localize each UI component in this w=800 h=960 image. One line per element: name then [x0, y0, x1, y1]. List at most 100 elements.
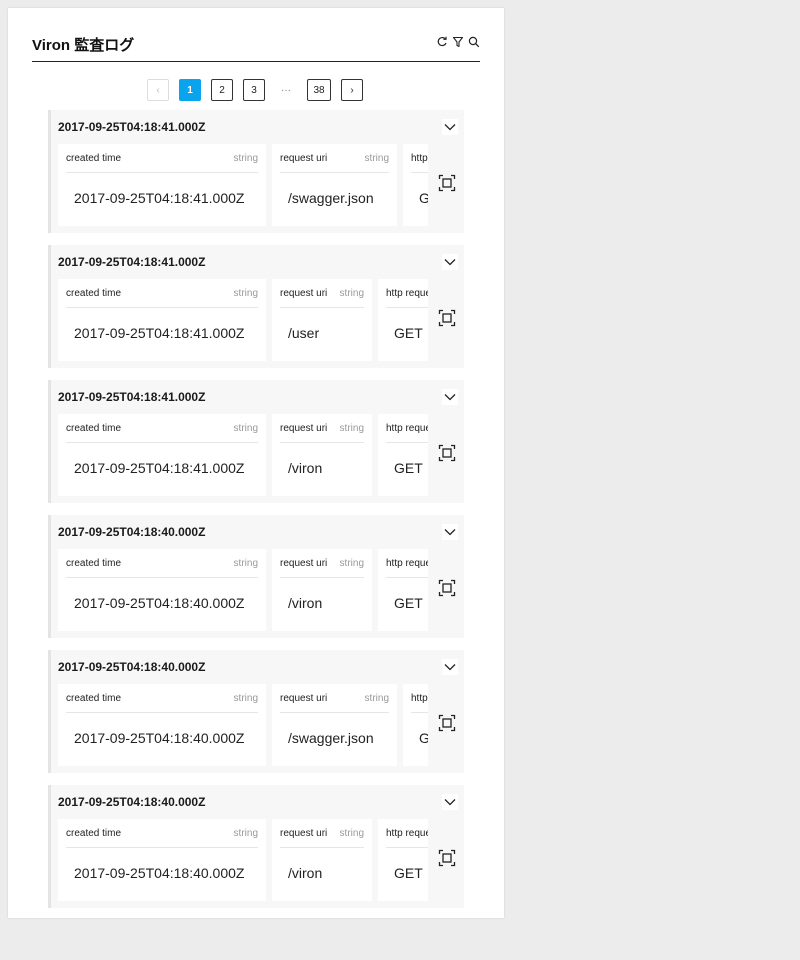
panel-header: Viron 監査ログ: [32, 30, 480, 62]
field-label: http request method: [386, 828, 428, 839]
pagination-ellipsis: ···: [275, 79, 297, 101]
expand-icon[interactable]: [438, 579, 456, 597]
refresh-icon[interactable]: [436, 36, 448, 48]
record-title: 2017-09-25T04:18:40.000Z: [58, 525, 206, 539]
field-type: string: [339, 558, 364, 569]
record-fields: created time string 2017-09-25T04:18:41.0…: [58, 144, 428, 226]
field-label: http request method: [411, 153, 428, 164]
field-request-uri: request uri string /swagger.json: [272, 684, 397, 766]
field-value: 2017-09-25T04:18:40.000Z: [74, 865, 245, 881]
record-title: 2017-09-25T04:18:41.000Z: [58, 120, 206, 134]
expand-icon[interactable]: [438, 174, 456, 192]
record-list: 2017-09-25T04:18:41.000Z created time str…: [48, 110, 464, 918]
field-value: GET: [394, 865, 423, 881]
field-label: request uri: [280, 828, 328, 839]
field-label: request uri: [280, 153, 328, 164]
record-card: 2017-09-25T04:18:40.000Z created time str…: [48, 515, 464, 638]
filter-icon[interactable]: [452, 36, 464, 48]
field-type: string: [233, 288, 258, 299]
field-label: request uri: [280, 558, 328, 569]
page-button-1[interactable]: 1: [179, 79, 201, 101]
expand-icon[interactable]: [438, 849, 456, 867]
record-fields: created time string 2017-09-25T04:18:40.0…: [58, 819, 428, 901]
field-value: 2017-09-25T04:18:40.000Z: [74, 595, 245, 611]
field-value: /viron: [288, 865, 323, 881]
field-value: 2017-09-25T04:18:41.000Z: [74, 190, 245, 206]
chevron-down-icon[interactable]: [442, 524, 458, 540]
expand-icon[interactable]: [438, 309, 456, 327]
field-value: GET: [394, 325, 423, 341]
expand-icon[interactable]: [438, 714, 456, 732]
record-fields: created time string 2017-09-25T04:18:41.0…: [58, 414, 428, 496]
field-label: created time: [66, 828, 122, 839]
field-value: 2017-09-25T04:18:40.000Z: [74, 730, 245, 746]
field-created-time: created time string 2017-09-25T04:18:41.0…: [58, 144, 266, 226]
chevron-down-icon[interactable]: [442, 254, 458, 270]
field-created-time: created time string 2017-09-25T04:18:40.0…: [58, 549, 266, 631]
field-request-uri: request uri string /swagger.json: [272, 144, 397, 226]
page-button-2[interactable]: 2: [211, 79, 233, 101]
field-request-uri: request uri string /viron: [272, 549, 372, 631]
field-request-uri: request uri string /viron: [272, 819, 372, 901]
record-title: 2017-09-25T04:18:41.000Z: [58, 390, 206, 404]
field-value: GET: [419, 190, 428, 206]
field-created-time: created time string 2017-09-25T04:18:41.0…: [58, 279, 266, 361]
field-value: /swagger.json: [288, 730, 374, 746]
chevron-down-icon[interactable]: [442, 119, 458, 135]
search-icon[interactable]: [468, 36, 480, 48]
record-card: 2017-09-25T04:18:41.000Z created time str…: [48, 110, 464, 233]
field-value: GET: [419, 730, 428, 746]
field-value: /viron: [288, 595, 323, 611]
field-label: http request method: [411, 693, 428, 704]
record-title: 2017-09-25T04:18:40.000Z: [58, 795, 206, 809]
field-label: http request method: [386, 558, 428, 569]
field-label: http request method: [386, 423, 428, 434]
field-value: /user: [288, 325, 320, 341]
field-http-method: http request method GET: [378, 819, 428, 901]
field-type: string: [364, 693, 389, 704]
field-label: request uri: [280, 693, 328, 704]
page-button-3[interactable]: 3: [243, 79, 265, 101]
record-title: 2017-09-25T04:18:40.000Z: [58, 660, 206, 674]
field-http-method: http request method GET: [403, 144, 428, 226]
pagination: ‹ 1 2 3 ··· 38 ›: [147, 78, 373, 102]
field-value: /viron: [288, 460, 323, 476]
field-label: created time: [66, 288, 122, 299]
field-value: GET: [394, 595, 423, 611]
field-value: /swagger.json: [288, 190, 374, 206]
record-fields: created time string 2017-09-25T04:18:41.0…: [58, 279, 428, 361]
field-type: string: [339, 288, 364, 299]
field-created-time: created time string 2017-09-25T04:18:40.0…: [58, 684, 266, 766]
header-actions: [436, 36, 480, 48]
record-title: 2017-09-25T04:18:41.000Z: [58, 255, 206, 269]
field-label: http request method: [386, 288, 428, 299]
record-fields: created time string 2017-09-25T04:18:40.0…: [58, 549, 428, 631]
field-label: request uri: [280, 288, 328, 299]
chevron-down-icon[interactable]: [442, 659, 458, 675]
chevron-down-icon[interactable]: [442, 389, 458, 405]
field-request-uri: request uri string /viron: [272, 414, 372, 496]
field-label: created time: [66, 423, 122, 434]
field-type: string: [233, 558, 258, 569]
field-label: created time: [66, 558, 122, 569]
expand-icon[interactable]: [438, 444, 456, 462]
field-http-method: http request method GET: [378, 549, 428, 631]
field-type: string: [233, 423, 258, 434]
page-title: Viron 監査ログ: [32, 37, 135, 54]
field-created-time: created time string 2017-09-25T04:18:41.0…: [58, 414, 266, 496]
field-type: string: [233, 693, 258, 704]
field-type: string: [364, 153, 389, 164]
field-type: string: [339, 828, 364, 839]
record-card: 2017-09-25T04:18:41.000Z created time str…: [48, 245, 464, 368]
field-http-method: http request method GET: [403, 684, 428, 766]
next-page-button[interactable]: ›: [341, 79, 363, 101]
page-button-last[interactable]: 38: [307, 79, 331, 101]
record-card: 2017-09-25T04:18:41.000Z created time str…: [48, 380, 464, 503]
audit-log-panel: Viron 監査ログ ‹ 1 2 3 ··· 38 › 2017-09-25T0…: [8, 8, 504, 918]
field-request-uri: request uri string /user: [272, 279, 372, 361]
prev-page-button[interactable]: ‹: [147, 79, 169, 101]
chevron-down-icon[interactable]: [442, 794, 458, 810]
field-value: 2017-09-25T04:18:41.000Z: [74, 460, 245, 476]
record-fields: created time string 2017-09-25T04:18:40.0…: [58, 684, 428, 766]
field-value: 2017-09-25T04:18:41.000Z: [74, 325, 245, 341]
